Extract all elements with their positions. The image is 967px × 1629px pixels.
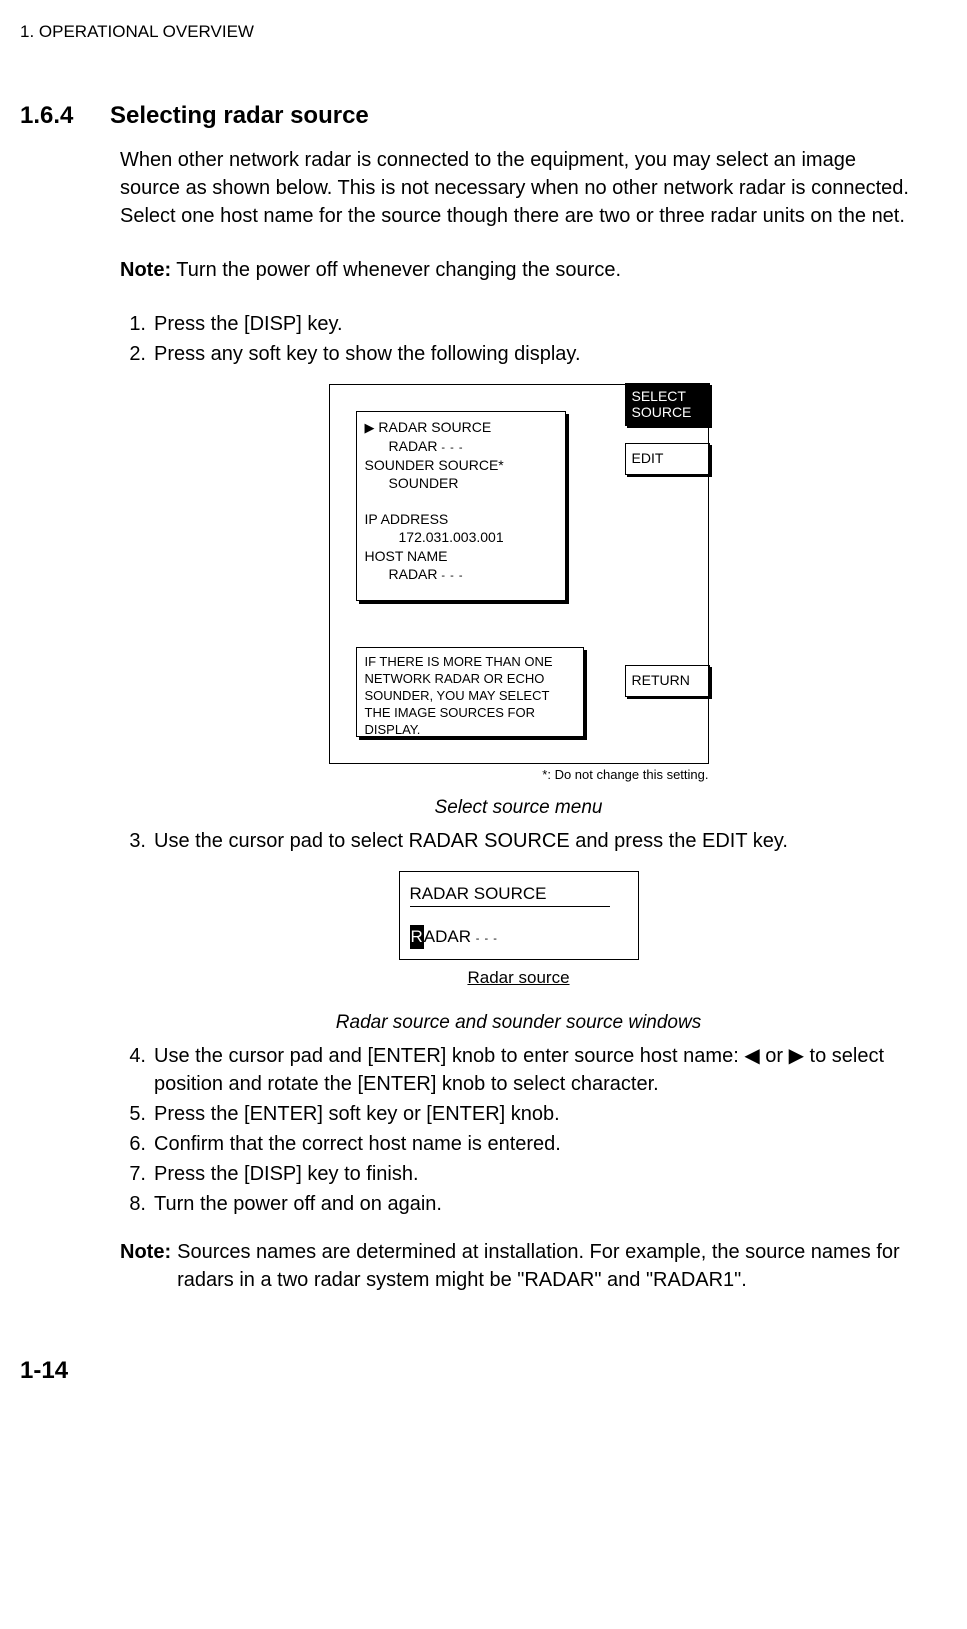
step-num: 3. — [120, 827, 154, 855]
ip-address-label: IP ADDRESS — [365, 511, 449, 527]
sounder-source-label: SOUNDER SOURCE* — [365, 457, 504, 473]
input-rest: ADAR — [424, 927, 471, 946]
step-text: Press the [DISP] key. — [154, 310, 917, 338]
radar-source-figure: RADAR SOURCE RADAR - - - Radar source Ra… — [120, 865, 917, 1042]
select-source-figure: ▶ RADAR SOURCE RADAR - - - SOUNDER SOURC… — [120, 378, 917, 827]
host-name-label: HOST NAME — [365, 548, 448, 564]
cursor-pointer-icon: ▶ — [365, 420, 375, 435]
softkey-label-l1: SELECT — [632, 388, 686, 404]
section-title: Selecting radar source — [110, 99, 369, 133]
radar-value: RADAR — [389, 438, 438, 454]
footnote: *: Do not change this setting. — [329, 766, 709, 784]
step-8: 8.Turn the power off and on again. — [120, 1190, 917, 1218]
note-2: Note: Sources names are determined at in… — [120, 1238, 917, 1294]
note-label: Note: — [120, 1238, 177, 1294]
section-number: 1.6.4 — [20, 99, 110, 133]
softkey-column: SELECT SOURCE EDIT — [625, 383, 710, 491]
step-num: 4. — [120, 1042, 154, 1098]
cursor-character: R — [410, 925, 424, 949]
radar-source-window: RADAR SOURCE RADAR - - - — [399, 871, 639, 960]
step-text: Press the [DISP] key to finish. — [154, 1160, 917, 1188]
step-2: 2.Press any soft key to show the followi… — [120, 340, 917, 368]
step-text: Turn the power off and on again. — [154, 1190, 917, 1218]
ip-address-value: 172.031.003.001 — [365, 528, 557, 546]
step-3: 3.Use the cursor pad to select RADAR SOU… — [120, 827, 917, 855]
radar-source-title: RADAR SOURCE — [410, 882, 610, 907]
edit-softkey[interactable]: EDIT — [625, 443, 710, 475]
message-box: IF THERE IS MORE THAN ONE NETWORK RADAR … — [356, 647, 584, 737]
step-text: Use the cursor pad and [ENTER] knob to e… — [154, 1042, 917, 1098]
step-num: 7. — [120, 1160, 154, 1188]
step-1: 1.Press the [DISP] key. — [120, 310, 917, 338]
note-1-text: Turn the power off whenever changing the… — [171, 259, 621, 281]
menu-box: ▶ RADAR SOURCE RADAR - - - SOUNDER SOURC… — [356, 411, 566, 601]
sounder-value: SOUNDER — [365, 474, 557, 492]
figure-caption-1: Select source menu — [435, 795, 603, 822]
note-label: Note: — [120, 259, 171, 281]
step-num: 8. — [120, 1190, 154, 1218]
step-text: Use the cursor pad to select RADAR SOURC… — [154, 827, 917, 855]
steps-list-1: 1.Press the [DISP] key. 2.Press any soft… — [120, 310, 917, 368]
step-num: 5. — [120, 1100, 154, 1128]
radar-source-label: RADAR SOURCE — [378, 419, 491, 435]
select-source-softkey[interactable]: SELECT SOURCE — [625, 383, 710, 426]
dashes: - - - — [476, 933, 498, 945]
host-name-value: RADAR — [389, 566, 438, 582]
note-2-text: Sources names are determined at installa… — [177, 1238, 917, 1294]
step-4: 4. Use the cursor pad and [ENTER] knob t… — [120, 1042, 917, 1098]
figure-caption-2: Radar source and sounder source windows — [336, 1010, 701, 1037]
section-header: 1.6.4 Selecting radar source — [20, 99, 937, 133]
step-text: Confirm that the correct host name is en… — [154, 1130, 917, 1158]
step-5: 5.Press the [ENTER] soft key or [ENTER] … — [120, 1100, 917, 1128]
intro-paragraph: When other network radar is connected to… — [120, 146, 917, 230]
arrow-right-icon: ▶ — [789, 1045, 804, 1067]
steps-list-2: 3.Use the cursor pad to select RADAR SOU… — [120, 827, 917, 855]
steps-list-3: 4. Use the cursor pad and [ENTER] knob t… — [120, 1042, 917, 1218]
step-7: 7.Press the [DISP] key to finish. — [120, 1160, 917, 1188]
step-num: 6. — [120, 1130, 154, 1158]
step-4-pre: Use the cursor pad and [ENTER] knob to e… — [154, 1045, 744, 1067]
page-footer: 1-14 — [20, 1354, 937, 1388]
step-6: 6.Confirm that the correct host name is … — [120, 1130, 917, 1158]
softkey-label-l2: SOURCE — [632, 404, 692, 420]
radar-source-input[interactable]: RADAR - - - — [410, 925, 628, 949]
radar-source-label-caption: Radar source — [467, 966, 569, 990]
dashes: - - - — [441, 570, 463, 582]
page-header: 1. OPERATIONAL OVERVIEW — [20, 20, 937, 44]
step-4-mid: or — [760, 1045, 789, 1067]
step-text: Press the [ENTER] soft key or [ENTER] kn… — [154, 1100, 917, 1128]
step-text: Press any soft key to show the following… — [154, 340, 917, 368]
dashes: - - - — [441, 442, 463, 454]
step-num: 1. — [120, 310, 154, 338]
note-1: Note: Turn the power off whenever changi… — [120, 256, 917, 284]
screen-frame: ▶ RADAR SOURCE RADAR - - - SOUNDER SOURC… — [329, 384, 709, 764]
step-num: 2. — [120, 340, 154, 368]
arrow-left-icon: ◀ — [744, 1045, 759, 1067]
return-softkey[interactable]: RETURN — [625, 665, 710, 697]
